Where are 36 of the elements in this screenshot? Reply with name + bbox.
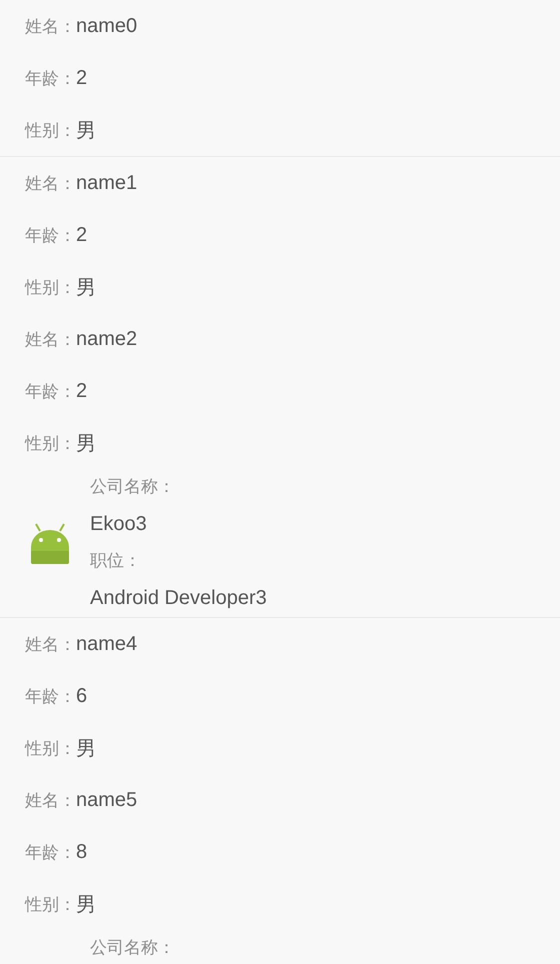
field-value: name4 <box>76 632 138 656</box>
field-value: 男 <box>76 736 96 762</box>
field-label: 性别： <box>25 432 76 454</box>
field-value: Android Developer3 <box>90 586 267 611</box>
field-value: 男 <box>76 892 96 918</box>
field-label: 年龄： <box>25 686 76 708</box>
field-value: 2 <box>76 380 88 402</box>
field-label: 性别： <box>25 894 76 916</box>
field-label: 年龄： <box>25 380 76 402</box>
field-label: 年龄： <box>25 224 76 246</box>
field-value: name0 <box>76 14 138 38</box>
field-value: 8 <box>76 840 88 864</box>
field-value: 男 <box>76 432 96 456</box>
android-icon <box>28 521 72 565</box>
field-value: 男 <box>76 276 96 300</box>
field-label: 职位： <box>90 550 142 573</box>
field-label: 姓名： <box>25 790 76 812</box>
field-label: 姓名： <box>25 16 76 38</box>
field-label: 姓名： <box>25 634 76 656</box>
field-value: name2 <box>76 328 138 350</box>
field-label: 年龄： <box>25 842 76 864</box>
field-value: 男 <box>76 118 96 144</box>
field-value: 2 <box>76 224 88 246</box>
field-label: 姓名： <box>25 328 76 350</box>
field-value: name5 <box>76 788 138 812</box>
field-label: 年龄： <box>25 68 76 90</box>
field-label: 性别： <box>25 276 76 298</box>
field-value: name1 <box>76 172 138 194</box>
field-value: 6 <box>76 684 88 708</box>
field-label: 公司名称： <box>90 937 175 960</box>
field-label: 公司名称： <box>90 476 176 499</box>
field-label: 姓名： <box>25 172 76 194</box>
field-label: 性别： <box>25 120 76 142</box>
field-value: Ekoo3 <box>90 512 148 537</box>
field-label: 性别： <box>25 738 76 760</box>
field-value: 2 <box>76 66 88 90</box>
